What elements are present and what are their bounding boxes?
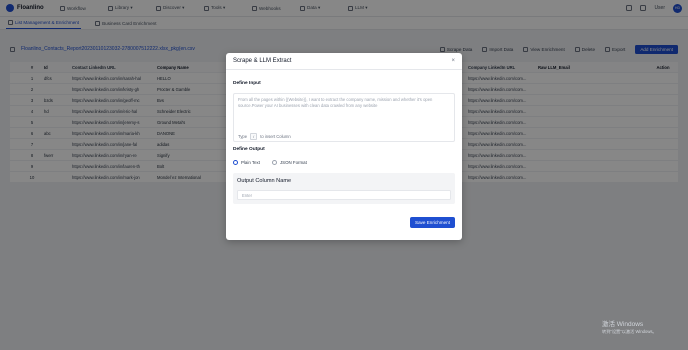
radio-plain-text[interactable]: Plain Text (233, 160, 260, 165)
save-enrichment-button[interactable]: Save Enrichment (410, 217, 455, 228)
output-format-group: Plain Text JSON Format (233, 160, 307, 165)
radio-selected-icon (233, 160, 238, 165)
radio-json-format[interactable]: JSON Format (271, 160, 307, 165)
slash-key: / (250, 133, 258, 140)
radio-unselected-icon (271, 160, 277, 165)
define-input-label: Define Input (233, 81, 261, 86)
prompt-hint: Type / to insert Column (238, 133, 291, 140)
modal-title: Scrape & LLM Extract (233, 58, 292, 64)
prompt-textarea[interactable]: From all the pages within {{Website}}, I… (233, 93, 455, 142)
define-output-label: Define Output (233, 147, 265, 152)
close-icon[interactable]: × (451, 58, 455, 64)
output-column-input[interactable]: Enter (237, 190, 451, 200)
scrape-llm-modal: Scrape & LLM Extract × Define Input From… (226, 53, 462, 240)
windows-activation-watermark: 激活 Windows 转到"设置"以激活 Windows。 (602, 321, 657, 334)
output-column-title: Output Column Name (237, 178, 292, 184)
prompt-placeholder: From all the pages within {{Website}}, I… (238, 97, 433, 108)
output-column-section: Output Column Name Enter (233, 173, 455, 204)
modal-header: Scrape & LLM Extract × (226, 53, 462, 70)
